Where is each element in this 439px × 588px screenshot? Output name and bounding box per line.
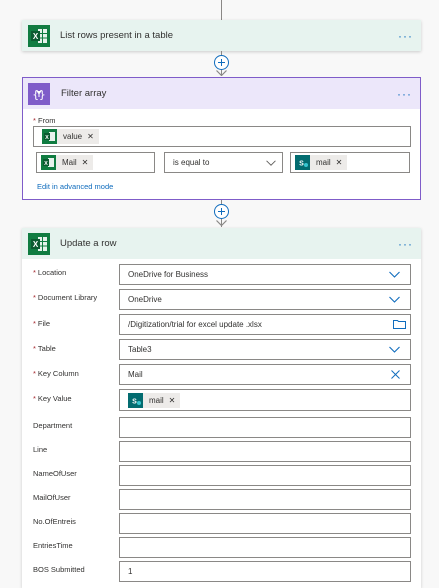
from-field[interactable]: X value ✕ bbox=[33, 126, 411, 147]
document-library-dropdown[interactable]: OneDrive bbox=[119, 289, 411, 310]
list-rows-card[interactable]: X List rows present in a table ··· bbox=[22, 20, 421, 51]
folder-icon[interactable] bbox=[393, 319, 406, 329]
entries-time-input[interactable] bbox=[119, 537, 411, 558]
file-label: * File bbox=[33, 319, 51, 328]
mail-token: S mail ✕ bbox=[295, 155, 348, 170]
no-of-entreis-input[interactable] bbox=[119, 513, 411, 534]
arrow-down-icon bbox=[216, 70, 227, 76]
more-options-icon[interactable]: ··· bbox=[397, 88, 412, 100]
mail-of-user-label: MailOfUser bbox=[33, 493, 71, 502]
add-action-icon[interactable] bbox=[214, 55, 229, 70]
mail-token: S mail ✕ bbox=[128, 392, 181, 408]
name-of-user-input[interactable] bbox=[119, 465, 411, 486]
operator-dropdown[interactable]: is equal to bbox=[164, 152, 283, 173]
line-input[interactable] bbox=[119, 441, 411, 462]
filter-array-card[interactable]: {} Filter array ··· * From X value ✕ X bbox=[22, 77, 421, 200]
connector-line-top bbox=[221, 0, 222, 20]
svg-text:X: X bbox=[33, 240, 39, 249]
update-row-title: Update a row bbox=[60, 238, 117, 249]
condition-left-field[interactable]: X Mail ✕ bbox=[36, 152, 155, 173]
mail-token: X Mail ✕ bbox=[41, 155, 94, 170]
no-of-entreis-label: No.OfEntreis bbox=[33, 517, 76, 526]
svg-text:X: X bbox=[45, 135, 49, 141]
list-rows-header[interactable]: X List rows present in a table ··· bbox=[22, 20, 421, 51]
line-label: Line bbox=[33, 445, 48, 454]
document-library-label: * Document Library bbox=[33, 293, 98, 302]
filter-array-header[interactable]: {} Filter array ··· bbox=[23, 78, 420, 109]
key-column-input[interactable]: Mail bbox=[119, 364, 411, 385]
key-column-label: * Key Column bbox=[33, 369, 79, 378]
mail-of-user-input[interactable] bbox=[119, 489, 411, 510]
bos-submitted-input[interactable]: 1 bbox=[119, 561, 411, 582]
table-label: * Table bbox=[33, 344, 56, 353]
edit-advanced-mode-link[interactable]: Edit in advanced mode bbox=[37, 182, 113, 191]
sharepoint-icon: S bbox=[128, 392, 143, 408]
table-dropdown[interactable]: Table3 bbox=[119, 339, 411, 360]
location-dropdown[interactable]: OneDrive for Business bbox=[119, 264, 411, 285]
entries-time-label: EntriesTime bbox=[33, 541, 73, 550]
remove-token-icon[interactable]: ✕ bbox=[169, 396, 176, 405]
more-options-icon[interactable]: ··· bbox=[398, 30, 413, 42]
excel-icon: X bbox=[41, 155, 56, 170]
more-options-icon[interactable]: ··· bbox=[398, 238, 413, 250]
filter-curly-braces-icon: {} bbox=[28, 82, 50, 105]
clear-icon[interactable] bbox=[391, 370, 400, 379]
svg-text:X: X bbox=[33, 32, 39, 41]
remove-token-icon[interactable]: ✕ bbox=[82, 158, 89, 167]
update-row-header[interactable]: X Update a row ··· bbox=[22, 228, 421, 259]
chevron-down-icon bbox=[389, 296, 400, 303]
sharepoint-icon: S bbox=[295, 155, 310, 170]
add-action-icon[interactable] bbox=[214, 204, 229, 219]
excel-icon: X bbox=[28, 232, 50, 255]
chevron-down-icon bbox=[389, 271, 400, 278]
department-input[interactable] bbox=[119, 417, 411, 438]
department-label: Department bbox=[33, 421, 73, 430]
filter-array-title: Filter array bbox=[61, 88, 107, 99]
value-token: X value ✕ bbox=[42, 129, 99, 144]
chevron-down-icon bbox=[389, 346, 400, 353]
from-label: * From bbox=[33, 116, 56, 125]
svg-text:S: S bbox=[299, 161, 304, 168]
key-value-label: * Key Value bbox=[33, 394, 72, 403]
condition-right-field[interactable]: S mail ✕ bbox=[290, 152, 410, 173]
bos-submitted-label: BOS Submitted bbox=[33, 565, 85, 574]
key-value-input[interactable]: S mail ✕ bbox=[119, 389, 411, 411]
remove-token-icon[interactable]: ✕ bbox=[87, 132, 94, 141]
file-picker[interactable]: /Digitization/trial for excel update .xl… bbox=[119, 314, 411, 335]
list-rows-title: List rows present in a table bbox=[60, 30, 174, 41]
arrow-down-icon bbox=[216, 220, 227, 226]
excel-icon: X bbox=[28, 24, 50, 47]
remove-token-icon[interactable]: ✕ bbox=[336, 158, 343, 167]
chevron-down-icon bbox=[266, 160, 276, 166]
svg-text:X: X bbox=[44, 161, 48, 167]
excel-icon: X bbox=[42, 129, 57, 144]
location-label: * Location bbox=[33, 268, 67, 277]
name-of-user-label: NameOfUser bbox=[33, 469, 77, 478]
svg-text:S: S bbox=[132, 398, 137, 405]
